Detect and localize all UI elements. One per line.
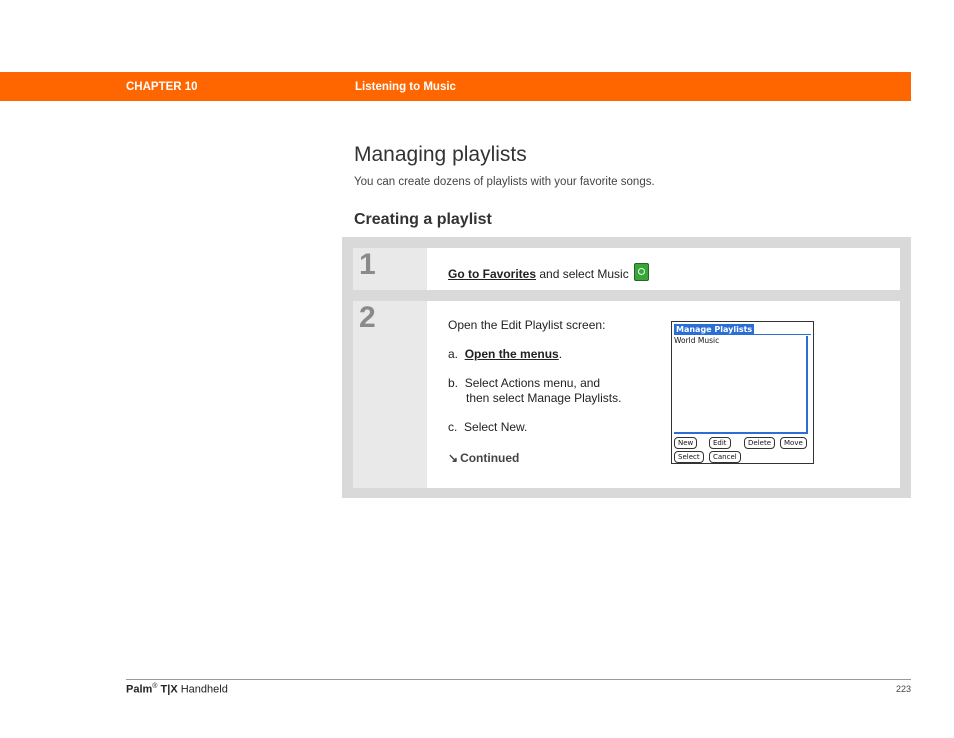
footer-model: T|X: [160, 683, 178, 696]
step-2b: b. Select Actions menu, and: [448, 376, 600, 390]
footer-brand: Palm: [126, 683, 153, 696]
page-subtitle: You can create dozens of playlists with …: [354, 176, 655, 188]
step-2c: c. Select New.: [448, 420, 527, 434]
palm-edit-button: Edit: [709, 437, 731, 449]
step-number-column: 2: [353, 301, 427, 488]
step-2a-prefix: a.: [448, 347, 459, 361]
palm-move-button: Move: [780, 437, 807, 449]
page-title: Managing playlists: [354, 143, 527, 166]
step-number: 1: [359, 248, 376, 281]
palm-playlist-item: World Music: [674, 336, 720, 345]
palm-playlist-list: World Music: [674, 336, 808, 434]
registered-mark: ®: [152, 683, 158, 690]
footer-product: Palm® T|X Handheld: [126, 683, 228, 696]
step-1-body: Go to Favorites and select Music: [448, 263, 650, 281]
step-2-intro: Open the Edit Playlist screen:: [448, 318, 606, 332]
palm-delete-button: Delete: [744, 437, 775, 449]
continued-indicator: ↘ Continued: [448, 451, 519, 465]
step-2c-text: Select New.: [464, 420, 528, 434]
continued-label: Continued: [460, 451, 520, 465]
music-app-icon: [634, 263, 650, 281]
footer-rule: [126, 679, 911, 680]
palm-cancel-button: Cancel: [709, 451, 741, 463]
chapter-label: CHAPTER 10: [126, 81, 198, 93]
step-number: 2: [359, 301, 376, 334]
step-2: 2 Open the Edit Playlist screen: a. Open…: [353, 301, 900, 488]
step-2a: a. Open the menus.: [448, 347, 562, 361]
step-2c-prefix: c.: [448, 420, 458, 434]
step-2b-prefix: b.: [448, 376, 459, 390]
step-2b-line2: then select Manage Playlists.: [466, 391, 622, 405]
page-number: 223: [895, 684, 911, 694]
step-2a-suffix: .: [558, 347, 563, 361]
step-2b-line1: Select Actions menu, and: [464, 376, 601, 390]
open-the-menus-link[interactable]: Open the menus: [465, 347, 559, 361]
step-number-column: 1: [353, 248, 427, 290]
palm-screenshot: Manage Playlists World Music New Edit De…: [671, 321, 814, 464]
step-1: 1 Go to Favorites and select Music: [353, 248, 900, 290]
steps-panel: 1 Go to Favorites and select Music 2 Ope…: [342, 237, 911, 498]
arrow-down-right-icon: ↘: [448, 451, 459, 465]
footer-suffix: Handheld: [180, 683, 228, 696]
palm-select-button: Select: [674, 451, 704, 463]
palm-title-underline: [674, 334, 811, 335]
step-1-text: and select Music: [536, 267, 629, 281]
go-to-favorites-link[interactable]: Go to Favorites: [448, 267, 536, 281]
palm-new-button: New: [674, 437, 698, 449]
chapter-header-bar: CHAPTER 10 Listening to Music: [0, 72, 911, 101]
chapter-section-title: Listening to Music: [355, 81, 456, 93]
section-title: Creating a playlist: [354, 211, 492, 228]
